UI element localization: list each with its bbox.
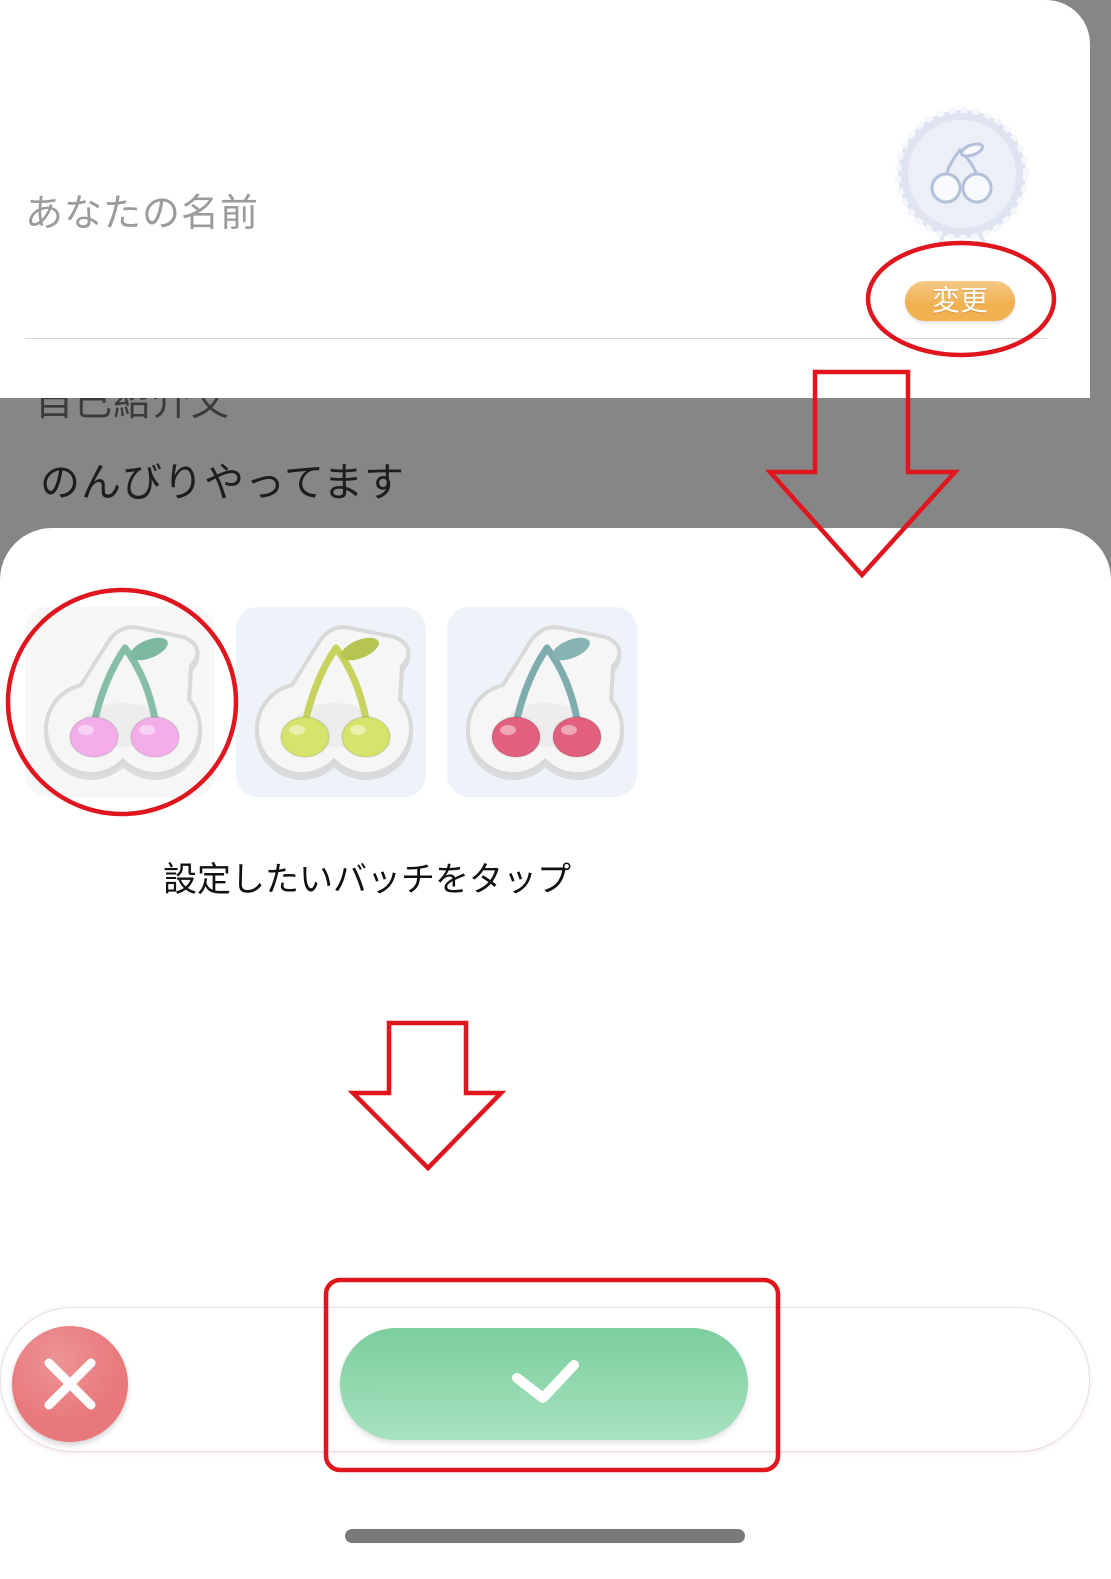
cherry-pink-badge-icon [44,625,202,780]
cancel-button[interactable] [12,1326,128,1442]
cherry-badge-icon [895,107,1029,245]
cherry-highlight-left [78,725,94,735]
cherry-red-badge-icon [466,625,624,780]
change-badge-button[interactable]: 変更 [905,281,1015,321]
name-field[interactable]: あなたの名前 [25,189,259,237]
badge-select-sheet: 設定したいバッチをタップ [0,528,1111,1579]
cherry-fruit-right [552,716,602,758]
badge-option-2[interactable] [236,607,426,797]
cherry-highlight-right [139,725,155,735]
badge-option-3[interactable] [447,607,637,797]
cherry-yellow-badge-icon [255,625,413,780]
cherry-fruit-right [130,716,180,758]
cherry-fruit-left [491,716,541,758]
home-indicator[interactable] [345,1529,745,1543]
avatar-badge [892,106,1032,246]
cherry-fruit-left [69,716,119,758]
cherry-highlight-left [289,725,305,735]
intro-text: のんびりやってます [40,460,405,506]
check-icon [512,1360,579,1403]
cherry-highlight-right [561,725,577,735]
badge-option-1[interactable] [25,607,215,797]
profile-card: あなたの名前 変更 [0,0,1090,398]
action-bar [0,1307,1090,1452]
instruction-text: 設定したいバッチをタップ [163,860,571,900]
close-icon [44,1358,96,1410]
cherry-fruit-left [280,716,330,758]
cherry-highlight-left [500,725,516,735]
badge-options [25,607,637,797]
confirm-button[interactable] [340,1328,748,1440]
divider [25,338,1047,339]
cherry-fruit-right [341,716,391,758]
cherry-highlight-right [350,725,366,735]
